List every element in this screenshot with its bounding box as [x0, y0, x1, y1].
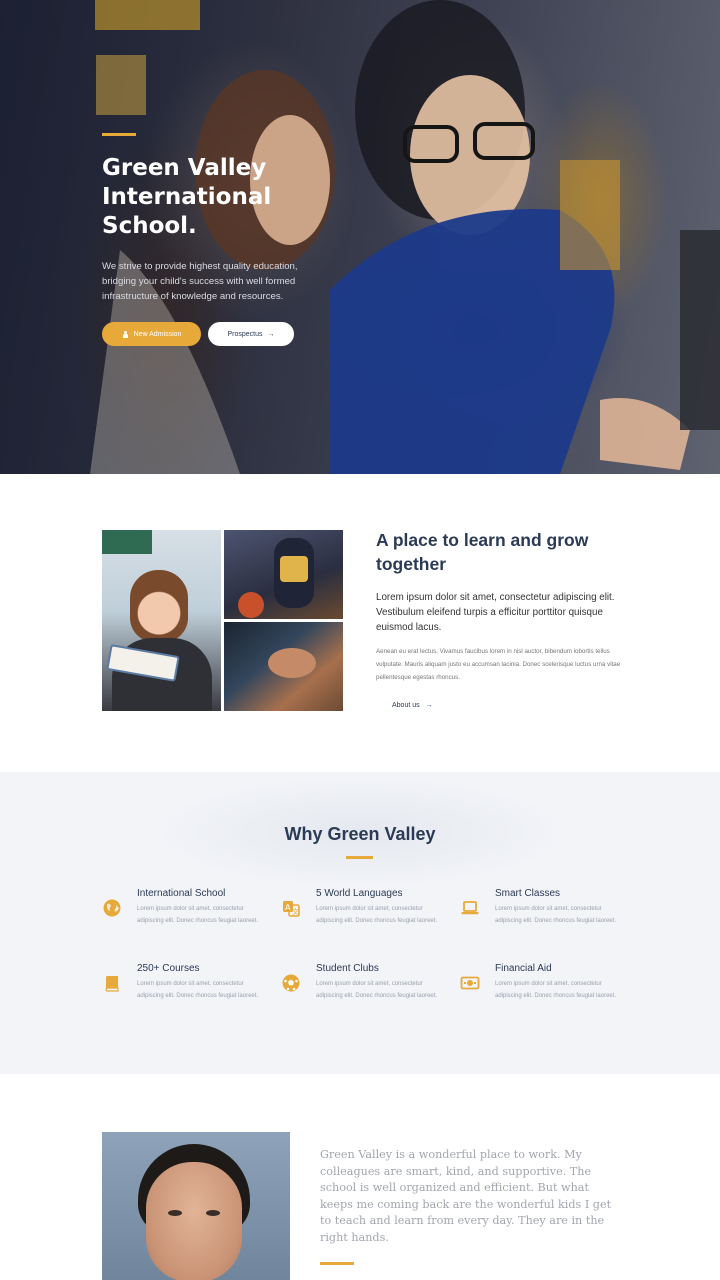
hero-content: Green Valley International School. We st… — [102, 133, 362, 346]
hero-buttons: New Admission Prospectus → — [102, 322, 362, 346]
why-section: Why Green Valley International School Lo… — [0, 772, 720, 1074]
banknote-icon — [460, 976, 480, 990]
about-body-paragraph: Aenean eu erat lectus. Vivamus faucibus … — [376, 648, 621, 681]
hero-accent-bar — [102, 133, 136, 136]
feature-title: International School — [137, 888, 226, 899]
feature-financial-aid: Financial Aid Lorem ipsum dolor sit amet… — [460, 963, 630, 1023]
svg-text:A: A — [285, 903, 291, 912]
quote-accent-bar — [320, 1262, 354, 1265]
laptop-icon — [461, 901, 479, 915]
about-us-link[interactable]: About us → — [392, 702, 433, 709]
feature-courses: 250+ Courses Lorem ipsum dolor sit amet,… — [102, 963, 272, 1023]
svg-text:文: 文 — [292, 907, 299, 916]
globe-icon — [103, 899, 121, 917]
feature-description: Lorem ipsum dolor sit amet, consectetur … — [316, 906, 438, 924]
feature-international-school: International School Lorem ipsum dolor s… — [102, 888, 272, 948]
feature-title: 5 World Languages — [316, 888, 403, 899]
about-section: A place to learn and grow together Lorem… — [0, 474, 720, 772]
feature-description: Lorem ipsum dolor sit amet, consectetur … — [137, 906, 259, 924]
hero-title: Green Valley International School. — [102, 155, 272, 239]
feature-title: Student Clubs — [316, 963, 379, 974]
new-admission-label: New Admission — [133, 330, 182, 338]
student-reading-photo — [102, 530, 221, 711]
hero-section: Green Valley International School. We st… — [0, 0, 720, 474]
about-lead-paragraph: Lorem ipsum dolor sit amet, consectetur … — [376, 592, 615, 633]
about-text: A place to learn and grow together Lorem… — [376, 528, 626, 712]
person-icon — [122, 330, 129, 338]
hero-description: We strive to provide highest quality edu… — [102, 261, 298, 302]
feature-world-languages: A 文 5 World Languages Lorem ipsum dolor … — [281, 888, 451, 948]
team-hands-photo — [224, 622, 343, 711]
feature-description: Lorem ipsum dolor sit amet, consectetur … — [137, 981, 259, 999]
book-icon — [105, 976, 119, 992]
feature-title: 250+ Courses — [137, 963, 200, 974]
prospectus-button[interactable]: Prospectus → — [208, 322, 294, 346]
why-title: Why Green Valley — [284, 824, 436, 844]
photo-collage — [102, 530, 343, 711]
about-us-label: About us — [392, 702, 420, 709]
feature-title: Smart Classes — [495, 888, 561, 899]
teacher-portrait — [102, 1132, 290, 1280]
testimonial-section: Green Valley is a wonderful place to wor… — [0, 1074, 720, 1280]
feature-student-clubs: Student Clubs Lorem ipsum dolor sit amet… — [281, 963, 451, 1023]
arrow-right-icon: → — [425, 702, 433, 709]
why-accent-bar — [346, 856, 373, 859]
translate-icon: A 文 — [283, 901, 300, 917]
arrow-right-icon: → — [267, 330, 275, 338]
feature-description: Lorem ipsum dolor sit amet, consectetur … — [316, 981, 438, 999]
basketball-photo — [224, 530, 343, 619]
new-admission-button[interactable]: New Admission — [102, 322, 201, 346]
prospectus-label: Prospectus — [227, 330, 263, 338]
feature-description: Lorem ipsum dolor sit amet, consectetur … — [495, 981, 617, 999]
about-title: A place to learn and grow together — [376, 530, 589, 574]
feature-title: Financial Aid — [495, 963, 552, 974]
feature-description: Lorem ipsum dolor sit amet, consectetur … — [495, 906, 617, 924]
testimonial-quote: Green Valley is a wonderful place to wor… — [320, 1148, 612, 1244]
soccer-ball-icon — [282, 974, 300, 992]
feature-smart-classes: Smart Classes Lorem ipsum dolor sit amet… — [460, 888, 630, 948]
